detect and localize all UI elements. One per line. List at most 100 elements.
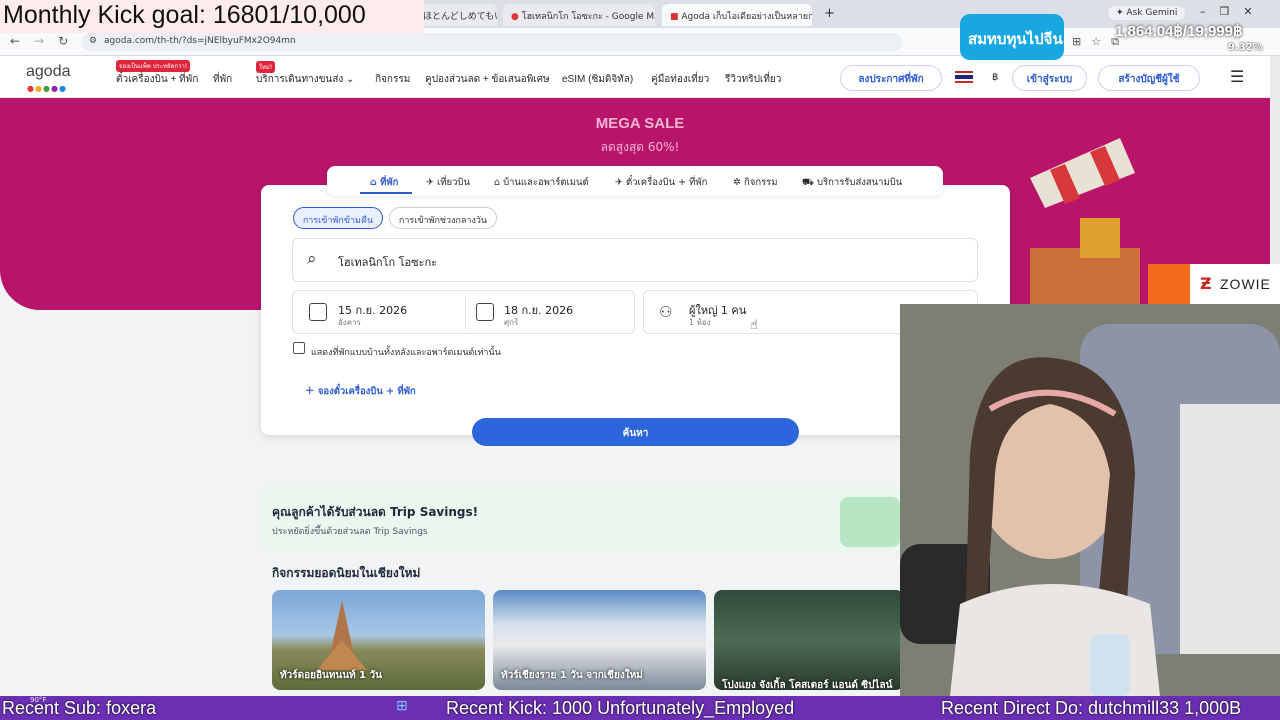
gemini-icon: ✦ [1116,8,1124,18]
list-property-button[interactable]: ลงประกาศที่พัก [840,65,942,91]
tab-airport-transfer[interactable]: ⛟ บริการรับส่งสนามบิน [802,175,902,190]
sponsor-name: ZOWIE [1220,276,1271,292]
overnight-stay-chip[interactable]: การเข้าพักข้ามคืน [293,207,383,229]
new-tab-button[interactable]: + [824,6,835,21]
nav-hotels[interactable]: ที่พัก [213,72,232,87]
checkout-day: ศุกร์ [504,318,519,327]
promo-badge: จองเป็นแพ็ค ประหยัดกว่า! [116,60,191,72]
activity-card[interactable]: โปงแยง จังเกิ้ล โคสเตอร์ แอนด์ ซิปไลน์ [714,590,904,690]
translate-icon[interactable]: ⊞ [1072,35,1091,48]
nav-esim[interactable]: eSIM (ซิมดิจิทัล) [562,72,633,87]
kick-goal-overlay: Monthly Kick goal: 16801/10,000 [0,0,424,33]
recent-kick-text: Recent Kick: 1000 Unfortunately_Employed [446,698,795,718]
nav-flight-hotel[interactable]: ตั๋วเครื่องบิน + ที่พัก [116,72,198,87]
tab-title: ほとんどしめてもいい [423,12,497,22]
house-icon: ⌂ [494,177,501,188]
activity-card-title: ทัวร์เชียงราย 1 วัน จากเชียงใหม่ [501,670,643,681]
beach-chair-illustration [1030,138,1140,310]
nav-transport[interactable]: บริการเดินทางขนส่ง ⌄ [256,72,354,87]
browser-tab-active[interactable]: ■ Agoda เก็บไอเดียอย่างเป็นหลายการ | ร [662,4,812,26]
checkin-day: อังคาร [338,318,361,327]
tab-packages[interactable]: ✈ ตั๋วเครื่องบิน + ที่พัก [615,175,707,190]
destination-input[interactable]: ⌕ โฮเทลนิกโก โอซะกะ [292,238,978,282]
tab-homes[interactable]: ⌂ บ้านและอพาร์ตเมนต์ [494,175,589,190]
activity-card[interactable]: ทัวร์เชียงราย 1 วัน จากเชียงใหม่ [493,590,706,690]
ask-gemini-button[interactable]: ✦ Ask Gemini [1108,6,1186,20]
reload-icon[interactable]: ↻ [58,34,82,48]
date-divider [465,297,466,329]
activity-card-title: โปงแยง จังเกิ้ล โคสเตอร์ แอนด์ ซิปไลน์ [722,680,893,690]
site-info-icon[interactable]: ⚙ [89,36,97,46]
tab-label: เที่ยวบิน [437,177,470,188]
tab-label: บ้านและอพาร์ตเมนต์ [503,177,589,188]
browser-tab[interactable]: ほとんどしめてもいい [415,4,497,26]
package-icon: ✈ [615,177,623,188]
tab-label: บริการรับส่งสนามบิน [816,177,903,188]
date-picker[interactable]: 15 ก.ย. 2026 อังคาร 18 ก.ย. 2026 ศุกร์ [292,290,635,334]
forward-icon[interactable]: → [34,34,58,48]
fox-logo-icon [1148,264,1190,304]
activity-card-title: ทัวร์ดอยอินทนนท์ 1 วัน [280,670,383,681]
tab-title: Agoda เก็บไอเดียอย่างเป็นหลายการ | ร [681,12,812,22]
pagoda-illustration [317,600,367,670]
activities-heading: กิจกรรมยอดนิยมในเชียงใหม่ [272,566,421,580]
plus-icon: ＋ [305,386,315,397]
search-icon: ⌕ [307,249,317,269]
tab-activities[interactable]: ✲ กิจกรรม [733,175,778,190]
nav-activities[interactable]: กิจกรรม [375,72,410,87]
windows-start-icon[interactable]: ⊞ [396,698,408,714]
menu-icon[interactable]: ☰ [1230,67,1244,86]
maps-pin-icon: ● [511,12,519,22]
nav-reviews[interactable]: รีวิวทริปเที่ยว [725,72,781,87]
checkin-calendar-icon [309,303,327,321]
tab-hotels[interactable]: ⌂ ที่พัก [370,175,398,190]
tab-title: โฮเทลนิกโก โอซะกะ - Google Maps [521,12,655,22]
bookmark-star-icon[interactable]: ☆ [1091,35,1111,48]
tab-label: ตั๋วเครื่องบิน + ที่พัก [626,177,708,188]
hero-title: MEGA SALE [595,115,685,132]
url-text: agoda.com/th-th/?ds=jNElbyuFMx2O94mn [104,36,296,46]
rooms-value: 1 ห้อง [689,318,711,327]
destination-value: โฮเทลนิกโก โอซะกะ [338,256,438,269]
sponsor-banner: Ƶ ZOWIE [1148,264,1280,304]
activity-card[interactable]: ทัวร์ดอยอินทนนท์ 1 วัน [272,590,485,690]
homes-only-checkbox[interactable] [293,342,305,354]
mouse-cursor-icon: ☝ [750,318,758,333]
search-button[interactable]: ค้นหา [472,418,799,446]
thai-flag-icon[interactable] [955,71,973,83]
savings-subtitle: ประหยัดยิ่งขึ้นด้วยส่วนลด Trip Savings [272,527,428,537]
homes-only-label: แสดงที่พักแบบบ้านทั้งหลังและอพาร์ตเมนต์เ… [311,348,501,358]
donation-progress-text: 1,864.04฿/19,999฿ [1115,23,1243,40]
tab-active-indicator [360,192,412,194]
back-icon[interactable]: ← [10,34,34,48]
agoda-logo[interactable]: agoda [26,63,71,81]
window-controls[interactable]: –❐✕ [1200,5,1267,18]
nav-guides[interactable]: คู่มือท่องเที่ยว [651,72,709,87]
car-icon: ⛟ [802,177,814,188]
nav-buttons[interactable]: ←→↻ [10,34,82,48]
webcam-image [900,304,1280,696]
add-flight-link[interactable]: ＋ จองตั๋วเครื่องบิน + ที่พัก [305,383,416,399]
tab-label: ที่พัก [380,177,399,188]
donation-percent: 9.32% [1228,42,1263,53]
tab-flights[interactable]: ✈ เที่ยวบิน [426,175,470,190]
browser-tab[interactable]: ● โฮเทลนิกโก โอซะกะ - Google Maps [503,4,655,26]
donation-promo-badge: สมทบทุนไปจีน [960,14,1064,60]
webcam-feed [900,304,1280,696]
login-button[interactable]: เข้าสู่ระบบ [1012,65,1087,91]
hero-subtitle: ลดสูงสุด 60%! [600,140,680,154]
zowie-logo-icon: Ƶ [1200,274,1212,293]
ask-gemini-label: Ask Gemini [1126,8,1178,18]
day-use-stay-chip[interactable]: การเข้าพักช่วงกลางวัน [389,207,497,229]
url-bar[interactable]: ⚙ agoda.com/th-th/?ds=jNElbyuFMx2O94mn [82,33,902,51]
savings-title: คุณลูกค้าได้รับส่วนลด Trip Savings! [272,505,479,519]
guests-icon: ⚇ [659,303,673,321]
recent-donation-text: Recent Direct Do: dutchmill33 1,000B [941,698,1242,718]
add-flight-label: จองตั๋วเครื่องบิน + ที่พัก [317,386,416,397]
currency-selector[interactable]: ฿ [992,72,998,83]
recent-sub-text: Recent Sub: foxera [2,698,157,718]
activity-icon: ✲ [733,177,741,188]
nav-coupons[interactable]: คูปองส่วนลด + ข้อเสนอพิเศษ [425,72,550,87]
checkout-calendar-icon [476,303,494,321]
signup-button[interactable]: สร้างบัญชีผู้ใช้ [1098,65,1200,91]
